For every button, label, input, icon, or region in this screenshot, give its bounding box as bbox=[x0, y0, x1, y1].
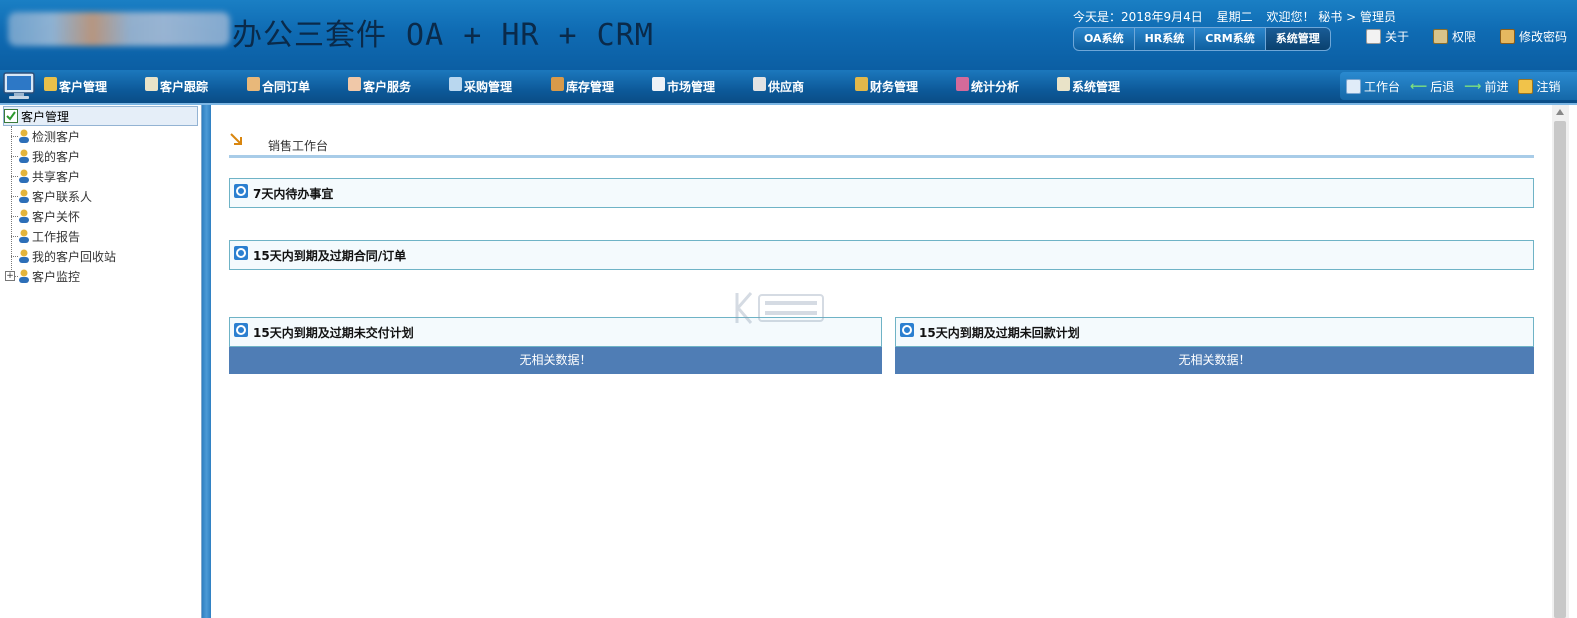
gear-icon bbox=[1057, 76, 1070, 91]
person-icon bbox=[18, 209, 30, 223]
welcome-text: 欢迎您！ 秘书 > 管理员 bbox=[1266, 10, 1396, 24]
nav-finance-management[interactable]: 财务管理 bbox=[855, 70, 918, 103]
sidebar-item-customer-contacts[interactable]: 客户联系人 bbox=[8, 186, 201, 206]
sidebar-header[interactable]: 客户管理 bbox=[3, 106, 198, 126]
back-button[interactable]: ⟵ 后退 bbox=[1410, 78, 1454, 95]
tab-crm-system[interactable]: CRM系统 bbox=[1195, 28, 1266, 50]
logout-icon bbox=[1518, 78, 1534, 94]
lock-icon bbox=[1433, 29, 1449, 44]
about-link[interactable]: 关于 bbox=[1366, 28, 1409, 45]
panel-payment-plan: 15天内到期及过期未回款计划 bbox=[895, 317, 1534, 347]
nav-quick-actions: 工作台 ⟵ 后退 ⟶ 前进 注销 bbox=[1340, 72, 1577, 100]
main-nav-bar: 客户管理 客户跟踪 合同订单 客户服务 采购管理 库存管理 市场管理 供应商 财… bbox=[0, 70, 1577, 105]
key-icon bbox=[1500, 29, 1516, 44]
nav-contract-order[interactable]: 合同订单 bbox=[247, 70, 310, 103]
nav-supplier[interactable]: 供应商 bbox=[753, 70, 804, 103]
person-icon bbox=[18, 249, 30, 263]
sidebar-splitter[interactable] bbox=[202, 105, 211, 618]
nav-system-management[interactable]: 系统管理 bbox=[1057, 70, 1120, 103]
checkbox-checked-icon bbox=[4, 109, 18, 123]
sidebar-item-detect-customers[interactable]: 检测客户 bbox=[8, 126, 201, 146]
change-password-link[interactable]: 修改密码 bbox=[1500, 28, 1567, 45]
grid-icon bbox=[1346, 78, 1361, 94]
arrow-down-right-icon bbox=[230, 133, 242, 145]
tab-system-admin[interactable]: 系统管理 bbox=[1265, 28, 1330, 50]
app-title: 办公三套件 OA + HR + CRM bbox=[232, 18, 654, 53]
nav-customer-tracking[interactable]: 客户跟踪 bbox=[145, 70, 208, 103]
pencil-icon bbox=[652, 76, 665, 91]
inventory-icon bbox=[551, 76, 564, 91]
person-icon bbox=[18, 189, 30, 203]
current-date: 今天是：2018年9月4日 bbox=[1073, 10, 1203, 24]
panel-expiring-contracts: 15天内到期及过期合同/订单 bbox=[229, 240, 1534, 270]
document-icon bbox=[1366, 29, 1381, 44]
arrow-right-icon: ⟶ bbox=[1464, 79, 1482, 93]
finance-icon bbox=[855, 76, 868, 91]
search-icon bbox=[234, 184, 248, 198]
sidebar-item-work-report[interactable]: 工作报告 bbox=[8, 226, 201, 246]
search-icon bbox=[234, 323, 248, 337]
app-header: 办公三套件 OA + HR + CRM 今天是：2018年9月4日 星期二 欢迎… bbox=[0, 0, 1577, 70]
nav-purchase-management[interactable]: 采购管理 bbox=[449, 70, 512, 103]
watermark-logo bbox=[735, 292, 824, 324]
permission-link[interactable]: 权限 bbox=[1433, 28, 1476, 45]
sidebar-item-recycle-bin[interactable]: 我的客户回收站 bbox=[8, 246, 201, 266]
person-icon bbox=[18, 269, 30, 283]
logout-button[interactable]: 注销 bbox=[1518, 78, 1560, 95]
delivery-plan-no-data: 无相关数据！ bbox=[229, 347, 882, 374]
person-icon bbox=[18, 169, 30, 183]
title-divider bbox=[229, 155, 1534, 158]
tab-hr-system[interactable]: HR系统 bbox=[1135, 28, 1196, 50]
sidebar-item-shared-customers[interactable]: 共享客户 bbox=[8, 166, 201, 186]
person-icon bbox=[18, 149, 30, 163]
monitor-icon bbox=[3, 72, 35, 99]
scroll-up-arrow-icon[interactable] bbox=[1556, 109, 1564, 115]
current-weekday: 星期二 bbox=[1216, 10, 1253, 24]
supplier-icon bbox=[753, 76, 766, 91]
handshake-icon bbox=[247, 76, 260, 91]
vertical-scrollbar[interactable] bbox=[1552, 105, 1569, 618]
arrow-left-icon: ⟵ bbox=[1410, 79, 1428, 93]
customer-tree: 检测客户 我的客户 共享客户 客户联系人 客户关怀 工作报告 我的客户回收站 +… bbox=[5, 126, 201, 286]
expand-plus-icon[interactable]: + bbox=[5, 271, 15, 281]
nav-customer-management[interactable]: 客户管理 bbox=[44, 70, 107, 103]
workbench-button[interactable]: 工作台 bbox=[1346, 78, 1400, 95]
nav-inventory-management[interactable]: 库存管理 bbox=[551, 70, 614, 103]
sidebar: 客户管理 检测客户 我的客户 共享客户 客户联系人 客户关怀 工作报告 我的客户… bbox=[0, 105, 202, 618]
scroll-thumb[interactable] bbox=[1554, 121, 1566, 618]
search-icon bbox=[234, 246, 248, 260]
tab-oa-system[interactable]: OA系统 bbox=[1074, 28, 1135, 50]
panel-todo-7days: 7天内待办事宜 bbox=[229, 178, 1534, 208]
page-title: 销售工作台 bbox=[268, 139, 329, 153]
nav-statistics-analysis[interactable]: 统计分析 bbox=[956, 70, 1019, 103]
bar-chart-icon bbox=[956, 76, 969, 91]
forward-button[interactable]: ⟶ 前进 bbox=[1464, 78, 1508, 95]
person-icon bbox=[44, 76, 57, 91]
sidebar-item-customer-care[interactable]: 客户关怀 bbox=[8, 206, 201, 226]
top-links: 关于 权限 修改密码 bbox=[1366, 28, 1567, 45]
person-icon bbox=[18, 129, 30, 143]
system-tabs: OA系统 HR系统 CRM系统 系统管理 bbox=[1073, 27, 1331, 51]
nav-market-management[interactable]: 市场管理 bbox=[652, 70, 715, 103]
service-person-icon bbox=[348, 76, 361, 91]
sidebar-item-customer-monitor[interactable]: + 客户监控 bbox=[5, 266, 201, 286]
person-icon bbox=[18, 229, 30, 243]
payment-plan-no-data: 无相关数据！ bbox=[895, 347, 1534, 374]
nav-customer-service[interactable]: 客户服务 bbox=[348, 70, 411, 103]
company-logo-blurred bbox=[8, 12, 230, 46]
sidebar-item-my-customers[interactable]: 我的客户 bbox=[8, 146, 201, 166]
date-welcome-line: 今天是：2018年9月4日 星期二 欢迎您！ 秘书 > 管理员 bbox=[1073, 8, 1406, 25]
search-icon bbox=[900, 323, 914, 337]
tracking-icon bbox=[145, 76, 158, 91]
purchase-icon bbox=[449, 76, 462, 91]
